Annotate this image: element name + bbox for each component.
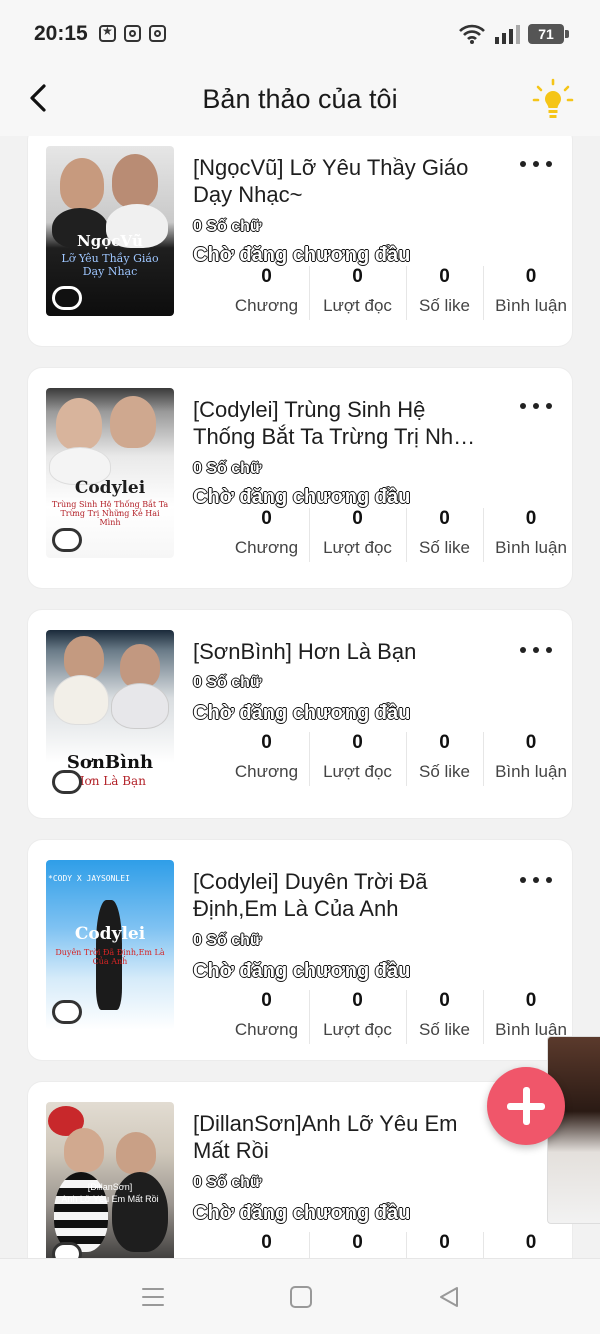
app-star-icon <box>99 24 116 42</box>
draft-title[interactable]: [SơnBình] Hơn Là Bạn <box>193 638 493 665</box>
stat-reads: 0Lượt đọc <box>309 264 406 328</box>
draft-stats: 0Chương 0Lượt đọc 0Số like 0Bình luận <box>224 264 579 328</box>
more-dots-icon[interactable] <box>520 154 552 174</box>
draft-cover-image[interactable]: Codylei Trùng Sinh Hệ Thống Bắt Ta Trừng… <box>46 388 174 558</box>
system-nav-bar <box>0 1258 600 1334</box>
stat-chapters: 0Chương <box>234 508 299 557</box>
stat-likes: 0Số like <box>406 1230 483 1258</box>
instagram-icon <box>124 25 141 42</box>
lightbulb-icon[interactable] <box>532 78 574 122</box>
draft-card[interactable]: *CODY X JAYSONLEI Codylei Duyên Trời Đã … <box>28 840 572 1060</box>
stat-likes: 0Số like <box>406 264 483 328</box>
comment-bubble-icon <box>52 770 82 794</box>
stat-chapters: 0Chương <box>234 732 299 781</box>
stat-likes: 0Số like <box>406 506 483 570</box>
more-dots-icon[interactable] <box>520 870 552 890</box>
stat-chapters: 0Chương <box>261 1232 272 1253</box>
cover-title: Codylei <box>74 478 146 498</box>
cover-subtitle: Anh Lỡ Yêu Em Mất Rồi <box>61 1194 159 1204</box>
word-count: 0 Số chữ <box>193 674 262 692</box>
draft-cover-image[interactable]: NgọcVũ Lỡ Yêu Thầy Giáo Dạy Nhạc <box>46 146 174 316</box>
battery-icon: 71 <box>528 24 569 44</box>
add-draft-button[interactable] <box>487 1067 565 1145</box>
comment-bubble-icon <box>52 1000 82 1024</box>
draft-stats: 0Chương 0Lượt đọc 0Số like 0Bình luận <box>224 506 579 570</box>
stat-likes: 0Số like <box>406 730 483 794</box>
comment-bubble-icon <box>52 528 82 552</box>
draft-stats: 0Chương 0Lượt đọc 0Số like 0Bình luận <box>224 988 579 1052</box>
stat-chapters: 0Chương <box>234 266 299 315</box>
cover-title: Codylei <box>74 924 146 944</box>
cover-title: [DillanSơn] <box>87 1182 133 1192</box>
instagram-icon <box>149 25 166 42</box>
home-icon[interactable] <box>288 1285 314 1309</box>
wifi-icon <box>459 24 485 44</box>
more-dots-icon[interactable] <box>520 640 552 660</box>
draft-stats: 0Chương 0Lượt đọc 0Số like 0Bình luận <box>224 1230 579 1258</box>
signal-icon <box>495 25 520 44</box>
draft-cover-image[interactable]: SơnBình Hơn Là Bạn <box>46 630 174 800</box>
stat-comments: 0Bình luận <box>483 730 579 794</box>
stat-reads: 0Lượt đọc <box>309 506 406 570</box>
stat-reads: 0Lượt đọc <box>309 1230 406 1258</box>
cover-subtitle: Trùng Sinh Hệ Thống Bắt Ta Trừng Trị Nhữ… <box>51 500 169 527</box>
stat-likes: 0Số like <box>406 988 483 1052</box>
page-title: Bản thảo của tôi <box>202 84 398 114</box>
draft-card[interactable]: SơnBình Hơn Là Bạn [SơnBình] Hơn Là Bạn … <box>28 610 572 818</box>
draft-cover-image[interactable]: [DillanSơn] Anh Lỡ Yêu Em Mất Rồi <box>46 1102 174 1258</box>
draft-status: Chờ đăng chương đầu <box>192 702 411 725</box>
app-header: Bản thảo của tôi <box>0 68 600 136</box>
status-time: 20:15 <box>34 22 88 45</box>
draft-title[interactable]: [NgọcVũ] Lỡ Yêu Thầy Giáo Dạy Nhạc~ <box>193 154 493 208</box>
stat-comments: 0Bình luận <box>483 264 579 328</box>
draft-status: Chờ đăng chương đầu <box>192 960 411 983</box>
stat-reads: 0Lượt đọc <box>309 988 406 1052</box>
cover-subtitle: Duyên Trời Đã Định,Em Là Của Anh <box>55 948 165 966</box>
comment-bubble-icon <box>52 286 82 310</box>
comment-bubble-icon <box>52 1242 82 1258</box>
draft-title[interactable]: [DillanSơn]Anh Lỡ Yêu Em Mất Rồi <box>193 1110 493 1164</box>
word-count: 0 Số chữ <box>193 932 262 950</box>
draft-card[interactable]: Codylei Trùng Sinh Hệ Thống Bắt Ta Trừng… <box>28 368 572 588</box>
word-count: 0 Số chữ <box>193 218 262 236</box>
cover-top-text: *CODY X JAYSONLEI <box>48 874 130 883</box>
stat-reads: 0Lượt đọc <box>309 730 406 794</box>
stat-chapters: 0Chương <box>234 990 299 1039</box>
more-dots-icon[interactable] <box>520 396 552 416</box>
stat-comments: 0Bình luận <box>483 506 579 570</box>
status-bar: 20:15 71 <box>0 0 600 68</box>
nav-back-icon[interactable] <box>436 1285 462 1309</box>
draft-status: Chờ đăng chương đầu <box>192 1202 411 1225</box>
stat-comments: 0Bình luận <box>483 1230 579 1258</box>
draft-title[interactable]: [Codylei] Duyên Trời Đã Định,Em Là Của A… <box>193 868 493 922</box>
menu-icon[interactable] <box>140 1285 166 1309</box>
draft-cover-image[interactable]: *CODY X JAYSONLEI Codylei Duyên Trời Đã … <box>46 860 174 1030</box>
draft-title[interactable]: [Codylei] Trùng Sinh Hệ Thống Bắt Ta Trừ… <box>193 396 493 450</box>
cover-title: NgọcVũ <box>77 232 143 250</box>
word-count: 0 Số chữ <box>193 1174 262 1192</box>
draft-stats: 0Chương 0Lượt đọc 0Số like 0Bình luận <box>224 730 579 794</box>
notification-icons <box>99 24 166 42</box>
draft-card[interactable]: NgọcVũ Lỡ Yêu Thầy Giáo Dạy Nhạc [NgọcVũ… <box>28 136 572 346</box>
cover-subtitle: Lỡ Yêu Thầy Giáo Dạy Nhạc <box>61 252 159 278</box>
word-count: 0 Số chữ <box>193 460 262 478</box>
